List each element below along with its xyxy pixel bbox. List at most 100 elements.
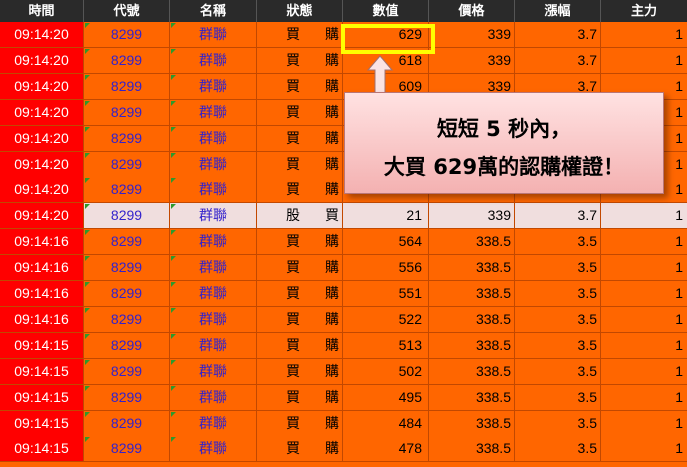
row-status-char-2: 購	[325, 362, 339, 379]
row-name: 群聯	[170, 151, 257, 177]
row-code: 8299	[84, 229, 170, 255]
row-status-char-2: 購	[325, 336, 339, 353]
row-price: 339	[429, 22, 515, 47]
row-status: 買購	[257, 384, 343, 410]
row-main: 1	[675, 207, 683, 224]
annotation-callout: 短短 5 秒內， 大買 629萬的認購權證！	[344, 92, 664, 194]
row-status-char-1: 買	[286, 233, 300, 250]
row-code: 8299	[84, 177, 170, 203]
row-time: 09:14:20	[0, 99, 84, 125]
row-status-char-2: 購	[325, 51, 339, 68]
row-name: 群聯	[170, 229, 257, 255]
table-row[interactable]: 09:14:15 8299 群聯買購 495 338.5 3.5 1	[0, 384, 687, 411]
row-main: 1	[675, 440, 683, 457]
row-status: 買購	[257, 99, 343, 125]
header-main[interactable]: 主力	[601, 0, 687, 22]
header-name[interactable]: 名稱	[170, 0, 257, 22]
row-status-char-1: 買	[286, 336, 300, 353]
row-change: 3.5	[515, 410, 601, 436]
row-price: 338.5	[429, 410, 515, 436]
row-name: 群聯	[170, 306, 257, 332]
table-row[interactable]: 09:14:16 8299 群聯買購 522 338.5 3.5 1	[0, 306, 687, 333]
row-value: 522	[343, 306, 429, 332]
table-row[interactable]: 09:14:15 8299 群聯買購 502 338.5 3.5 1	[0, 358, 687, 385]
header-price[interactable]: 價格	[429, 0, 515, 22]
row-time: 09:14:15	[0, 436, 84, 462]
row-status-char-1: 買	[286, 414, 300, 431]
row-price: 338.5	[429, 281, 515, 306]
header-value[interactable]: 數值	[343, 0, 429, 22]
row-main: 1	[675, 388, 683, 405]
row-status: 買購	[257, 255, 343, 281]
row-status: 買購	[257, 306, 343, 332]
row-code: 8299	[84, 203, 170, 229]
row-status-char-1: 買	[286, 77, 300, 94]
row-value: 21	[343, 203, 429, 229]
row-status: 買購	[257, 47, 343, 73]
row-main: 1	[675, 362, 683, 379]
row-code: 8299	[84, 332, 170, 358]
row-code: 8299	[84, 125, 170, 151]
row-status-char-1: 股	[286, 207, 300, 224]
row-code: 8299	[84, 47, 170, 73]
row-main: 1	[675, 259, 683, 276]
row-time: 09:14:16	[0, 281, 84, 306]
row-code: 8299	[84, 306, 170, 332]
row-status-char-1: 買	[286, 103, 300, 120]
row-status: 買購	[257, 410, 343, 436]
row-time: 09:14:16	[0, 229, 84, 255]
row-time: 09:14:20	[0, 47, 84, 73]
row-time: 09:14:16	[0, 306, 84, 332]
row-change: 3.5	[515, 306, 601, 332]
row-main: 1	[675, 414, 683, 431]
table-row[interactable]: 09:14:20 8299 群聯股買 21 339 3.7 1	[0, 203, 687, 230]
row-value: 564	[343, 229, 429, 255]
row-time: 09:14:15	[0, 358, 84, 384]
row-name: 群聯	[170, 358, 257, 384]
header-code[interactable]: 代號	[84, 0, 170, 22]
row-code: 8299	[84, 22, 170, 47]
row-name: 群聯	[170, 255, 257, 281]
row-change: 3.5	[515, 332, 601, 358]
table-row[interactable]: 09:14:16 8299 群聯買購 564 338.5 3.5 1	[0, 229, 687, 256]
row-status-char-2: 購	[325, 129, 339, 146]
row-name: 群聯	[170, 177, 257, 203]
row-value: 495	[343, 384, 429, 410]
callout-line-2: 大買 629萬的認購權證！	[383, 155, 625, 179]
row-price: 339	[429, 47, 515, 73]
row-status: 買購	[257, 281, 343, 306]
row-name: 群聯	[170, 99, 257, 125]
row-value: 502	[343, 358, 429, 384]
table-row[interactable]: 09:14:15 8299 群聯買購 478 338.5 3.5 1	[0, 436, 687, 463]
value-highlight-box	[341, 24, 435, 54]
row-status-char-2: 購	[325, 77, 339, 94]
row-status-char-2: 購	[325, 285, 339, 301]
row-status-char-1: 買	[286, 388, 300, 405]
row-status: 買購	[257, 332, 343, 358]
table-row[interactable]: 09:14:15 8299 群聯買購 484 338.5 3.5 1	[0, 410, 687, 437]
row-status-char-1: 買	[286, 285, 300, 301]
callout-line-1: 短短 5 秒內，	[436, 117, 572, 141]
row-status: 買購	[257, 151, 343, 177]
row-status: 買購	[257, 358, 343, 384]
row-name: 群聯	[170, 281, 257, 306]
row-status-char-2: 購	[325, 259, 339, 276]
table-row[interactable]: 09:14:16 8299 群聯買購 556 338.5 3.5 1	[0, 255, 687, 282]
row-status-char-2: 購	[325, 155, 339, 172]
row-status-char-2: 購	[325, 26, 339, 42]
row-price: 338.5	[429, 358, 515, 384]
row-change: 3.7	[515, 22, 601, 47]
row-status-char-2: 購	[325, 103, 339, 120]
header-status[interactable]: 狀態	[257, 0, 343, 22]
row-time: 09:14:15	[0, 410, 84, 436]
row-status-char-1: 買	[286, 310, 300, 327]
header-time[interactable]: 時間	[0, 0, 84, 22]
row-time: 09:14:15	[0, 332, 84, 358]
row-status: 買購	[257, 22, 343, 47]
row-change: 3.5	[515, 436, 601, 462]
table-row[interactable]: 09:14:15 8299 群聯買購 513 338.5 3.5 1	[0, 332, 687, 359]
row-status-char-2: 購	[325, 440, 339, 457]
table-row[interactable]: 09:14:16 8299 群聯買購 551 338.5 3.5 1	[0, 281, 687, 307]
row-price: 338.5	[429, 436, 515, 462]
header-change[interactable]: 漲幅	[515, 0, 601, 22]
